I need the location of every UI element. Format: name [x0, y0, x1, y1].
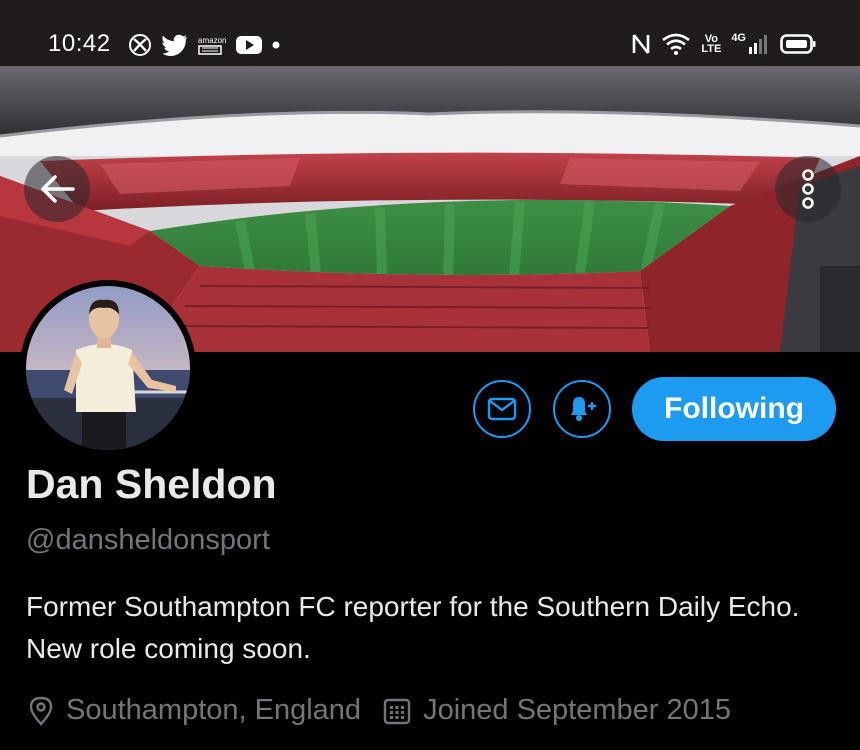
avatar[interactable] [20, 280, 196, 456]
status-time: 10:42 [48, 30, 111, 57]
message-button[interactable] [473, 380, 531, 438]
avatar-image [20, 280, 196, 456]
volte-text: Vo LTE [701, 33, 722, 55]
status-bar: 10:42 amazon Vo LTE 4G [0, 0, 860, 66]
battery-icon [780, 33, 816, 55]
volte-icon: Vo LTE [701, 33, 722, 55]
back-button[interactable] [24, 156, 90, 222]
user-handle: @dansheldonsport [26, 524, 270, 556]
profile-meta: Southampton, England Joined September 20… [28, 694, 731, 727]
notification-icons: amazon [128, 33, 280, 57]
network-type: 4G [731, 32, 746, 44]
system-icons: Vo LTE 4G [631, 32, 816, 56]
calendar-icon [383, 698, 411, 724]
bell-plus-icon [571, 397, 596, 421]
arrow-left-icon [41, 175, 75, 203]
dot-icon [272, 41, 280, 49]
wifi-icon [661, 32, 691, 56]
more-vertical-icon [802, 169, 814, 209]
xbox-icon [128, 33, 152, 57]
twitter-icon [162, 34, 188, 56]
envelope-icon [487, 397, 517, 421]
nfc-icon [631, 32, 651, 56]
signal-icon: 4G [731, 33, 770, 55]
display-name: Dan Sheldon [26, 461, 277, 507]
profile-bio: Former Southampton FC reporter for the S… [26, 591, 800, 664]
notifications-button[interactable] [553, 380, 611, 438]
profile-joined-date: Joined September 2015 [423, 694, 732, 726]
location-pin-icon [29, 696, 53, 726]
following-button[interactable]: Following [632, 377, 836, 441]
amazon-text: amazon [198, 35, 227, 45]
youtube-icon [236, 35, 263, 55]
more-options-button[interactable] [775, 156, 841, 222]
amazon-icon: amazon [198, 36, 226, 55]
profile-location: Southampton, England [66, 694, 362, 726]
